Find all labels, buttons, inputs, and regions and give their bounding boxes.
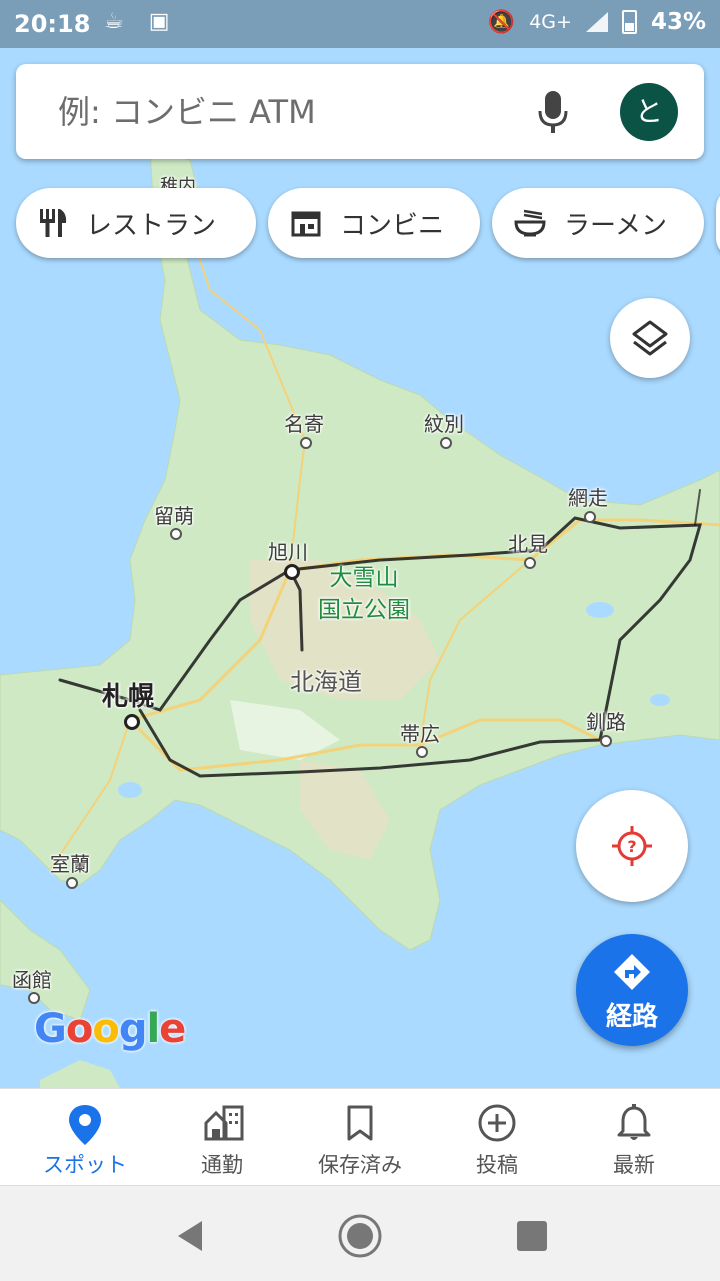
place-nayoro-marker — [300, 437, 312, 449]
nav-label-saved: 保存済み — [318, 1153, 402, 1177]
search-bar[interactable]: と — [16, 64, 704, 159]
store-icon — [291, 211, 321, 237]
directions-button[interactable]: 経路 — [576, 934, 688, 1046]
pin-icon — [69, 1105, 101, 1145]
cup-icon: ☕ — [104, 9, 124, 34]
place-monbetsu[interactable]: 紋別 — [424, 408, 464, 437]
nav-label-contribute: 投稿 — [476, 1153, 518, 1177]
place-sapporo[interactable]: 札幌 — [102, 676, 154, 713]
place-abashiri-marker — [584, 511, 596, 523]
svg-text:?: ? — [627, 837, 636, 856]
status-notification-icons: ☕ ▣ — [104, 9, 170, 34]
place-rumoi-marker — [170, 528, 182, 540]
battery-plus-icon: ▣ — [148, 9, 170, 34]
nav-commute[interactable]: 通勤 — [150, 1089, 294, 1186]
chip-convenience-store[interactable]: コンビニ — [268, 188, 480, 258]
place-obihiro-marker — [416, 746, 428, 758]
add-circle-icon — [478, 1104, 516, 1142]
commute-icon — [204, 1105, 244, 1141]
place-hakodate-marker — [28, 992, 40, 1004]
battery-icon — [621, 10, 637, 34]
chip-label-ramen: ラーメン — [564, 210, 667, 241]
directions-icon — [614, 954, 650, 990]
nav-explore[interactable]: スポット — [13, 1089, 157, 1186]
place-kitami[interactable]: 北見 — [508, 528, 548, 557]
ramen-bowl-icon — [514, 209, 546, 237]
mute-icon: 🔕 — [487, 9, 516, 35]
battery-percent: 43% — [650, 9, 706, 35]
park-label-line1: 大雪山 — [329, 565, 399, 591]
place-obihiro[interactable]: 帯広 — [400, 718, 440, 747]
nav-label-commute: 通勤 — [201, 1153, 243, 1177]
place-asahikawa[interactable]: 旭川 — [268, 536, 308, 565]
place-kushiro[interactable]: 釧路 — [586, 706, 626, 735]
region-hokkaido: 北海道 — [290, 668, 362, 696]
back-icon[interactable] — [160, 1206, 220, 1266]
nav-contribute[interactable]: 投稿 — [425, 1089, 569, 1186]
google-logo: Google — [34, 1006, 186, 1052]
place-daisetsuzan-park[interactable]: 大雪山 国立公園 — [318, 562, 410, 626]
directions-label: 経路 — [605, 1002, 658, 1032]
nav-saved[interactable]: 保存済み — [288, 1089, 432, 1186]
place-muroran[interactable]: 室蘭 — [50, 848, 90, 877]
chip-label-restaurant: レストラン — [86, 210, 217, 241]
network-type: 4G+ — [529, 11, 572, 33]
place-kitami-marker — [524, 557, 536, 569]
place-abashiri[interactable]: 網走 — [568, 482, 608, 511]
chip-label-convenience-store: コンビニ — [340, 210, 445, 241]
microphone-icon[interactable] — [536, 89, 570, 135]
place-kushiro-marker — [600, 735, 612, 747]
chip-restaurant[interactable]: レストラン — [16, 188, 256, 258]
place-hakodate[interactable]: 函館 — [12, 964, 52, 993]
layers-icon — [632, 320, 668, 356]
nav-label-explore: スポット — [43, 1153, 127, 1177]
bottom-navigation: スポット 通勤 保存済み 投稿 最新 — [0, 1088, 720, 1186]
place-monbetsu-marker — [440, 437, 452, 449]
home-icon[interactable] — [330, 1206, 390, 1266]
place-rumoi[interactable]: 留萌 — [154, 500, 194, 529]
status-time: 20:18 — [14, 10, 91, 38]
search-input[interactable] — [56, 86, 520, 138]
bell-icon — [617, 1104, 651, 1140]
place-sapporo-marker — [124, 714, 140, 730]
nav-updates[interactable]: 最新 — [562, 1089, 706, 1186]
layers-button[interactable] — [610, 298, 690, 378]
status-bar: 20:18 ☕ ▣ 🔕 4G+ 43% — [0, 0, 720, 48]
fork-knife-icon — [40, 209, 67, 237]
place-muroran-marker — [66, 877, 78, 889]
recents-icon[interactable] — [502, 1206, 562, 1266]
nav-label-updates: 最新 — [613, 1153, 655, 1177]
signal-icon — [585, 12, 608, 32]
system-navigation-bar — [0, 1185, 720, 1281]
map-canvas[interactable]: 稚内 名寄 紋別 留萌 網走 旭川 北見 大雪山 国立公園 北海道 札幌 帯広 … — [0, 0, 720, 1088]
bookmark-icon — [347, 1105, 373, 1141]
place-asahikawa-marker — [284, 564, 300, 580]
map-graphic — [0, 0, 720, 1088]
chip-ramen[interactable]: ラーメン — [492, 188, 704, 258]
park-label-line2: 国立公園 — [318, 597, 410, 623]
location-unknown-icon: ? — [612, 826, 652, 866]
avatar[interactable]: と — [620, 83, 678, 141]
my-location-button[interactable]: ? — [576, 790, 688, 902]
place-nayoro[interactable]: 名寄 — [284, 408, 324, 437]
